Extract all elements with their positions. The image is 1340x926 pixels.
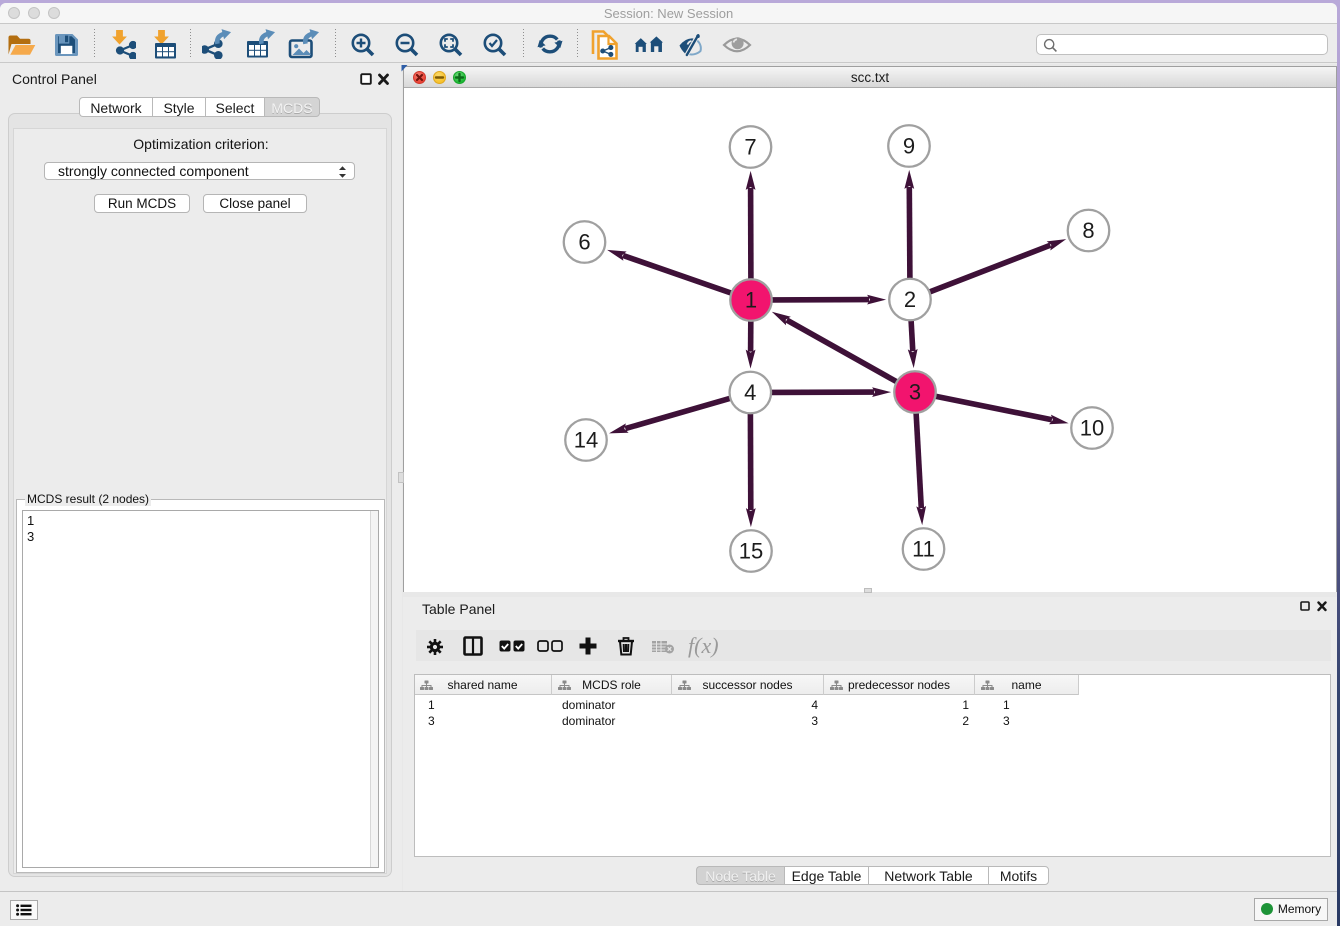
svg-text:2: 2: [904, 287, 916, 312]
svg-text:3: 3: [909, 380, 921, 405]
svg-text:10: 10: [1080, 416, 1104, 441]
svg-text:14: 14: [574, 428, 598, 453]
svg-text:7: 7: [744, 135, 756, 160]
svg-text:15: 15: [739, 539, 763, 564]
svg-text:8: 8: [1082, 218, 1094, 243]
svg-text:9: 9: [903, 134, 915, 159]
svg-text:11: 11: [912, 537, 935, 562]
svg-text:4: 4: [744, 380, 756, 405]
svg-text:6: 6: [578, 230, 590, 255]
svg-text:1: 1: [745, 288, 757, 313]
